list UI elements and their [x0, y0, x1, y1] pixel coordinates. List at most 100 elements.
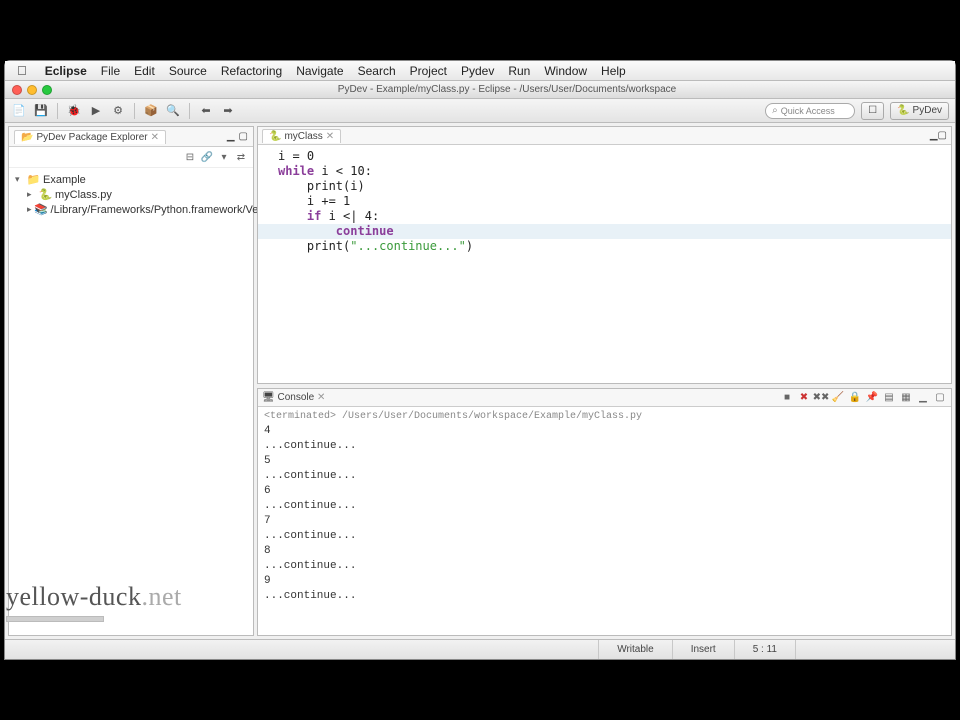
main-toolbar: 📄 💾 🐞 ▶ ⚙ 📦 🔍 ⬅ ➡ ⌕ Quick Access ☐ 🐍 PyD… [5, 99, 955, 123]
tree-lib-node[interactable]: ▸ 📚 /Library/Frameworks/Python.framework… [15, 202, 247, 217]
close-window-button[interactable] [12, 85, 22, 95]
forward-button[interactable]: ➡ [220, 103, 236, 119]
collapse-all-icon[interactable]: ⊟ [183, 150, 197, 164]
tree-pyfile-node[interactable]: ▸ 🐍 myClass.py [15, 187, 247, 202]
expand-icon[interactable]: ▾ [15, 175, 24, 184]
close-tab-icon[interactable]: ✕ [151, 132, 159, 143]
traffic-lights [5, 85, 59, 95]
watermark: yellow-duck.net [6, 582, 182, 622]
expand-icon[interactable]: ▸ [27, 190, 36, 199]
menu-navigate[interactable]: Navigate [290, 64, 349, 78]
mac-menubar:  Eclipse File Edit Source Refactoring N… [5, 61, 955, 81]
menu-search[interactable]: Search [352, 64, 402, 78]
display-selected-icon[interactable]: ▤ [882, 391, 896, 405]
status-cursor-position: 5 : 11 [734, 640, 795, 659]
maximize-view-icon[interactable]: ▢ [933, 391, 947, 405]
status-bar: Writable Insert 5 : 11 [5, 639, 955, 659]
maximize-view-icon[interactable]: ▢ [239, 131, 248, 142]
menu-source[interactable]: Source [163, 64, 213, 78]
watermark-text-a: yellow-duck [6, 582, 141, 611]
status-insert-mode: Insert [672, 640, 734, 659]
perspective-label: PyDev [913, 105, 942, 116]
python-file-icon: 🐍 [39, 188, 52, 201]
minimize-view-icon[interactable]: ▁ [227, 131, 235, 142]
zoom-window-button[interactable] [42, 85, 52, 95]
perspective-pydev[interactable]: 🐍 PyDev [890, 102, 949, 120]
back-button[interactable]: ⬅ [198, 103, 214, 119]
code-editor[interactable]: i = 0while i < 10: print(i) i += 1 if i … [258, 145, 951, 383]
editor-tabbar: 🐍 myClass ✕ ▁ ▢ [258, 127, 951, 145]
quick-access-placeholder: Quick Access [781, 106, 835, 116]
maximize-view-icon[interactable]: ▢ [938, 130, 947, 141]
menu-project[interactable]: Project [404, 64, 453, 78]
tree-label: Example [43, 174, 86, 186]
workbench-area: 📂 PyDev Package Explorer ✕ ▁ ▢ ⊟ 🔗 ▾ ⇄ ▾… [5, 123, 955, 639]
console-toolbar: ■ ✖ ✖✖ 🧹 🔒 📌 ▤ ▦ ▁ ▢ [780, 391, 947, 405]
project-tree[interactable]: ▾ 📁 Example ▸ 🐍 myClass.py ▸ 📚 /Library/… [9, 168, 253, 635]
minimize-view-icon[interactable]: ▁ [916, 391, 930, 405]
console-tab[interactable]: 🖥 Console ✕ [262, 392, 325, 403]
new-button[interactable]: 📄 [11, 103, 27, 119]
new-module-button[interactable]: 📦 [143, 103, 159, 119]
minimize-window-button[interactable] [27, 85, 37, 95]
package-explorer-toolbar: ⊟ 🔗 ▾ ⇄ [9, 147, 253, 168]
search-button[interactable]: 🔍 [165, 103, 181, 119]
python-icon: 🐍 [897, 105, 909, 116]
run-button[interactable]: ▶ [88, 103, 104, 119]
python-file-icon: 🐍 [269, 131, 281, 142]
watermark-bar [6, 616, 104, 622]
package-explorer-tab[interactable]: 📂 PyDev Package Explorer ✕ [14, 130, 166, 144]
window-title: PyDev - Example/myClass.py - Eclipse - /… [59, 84, 955, 95]
watermark-text-b: .net [141, 582, 181, 611]
close-tab-icon[interactable]: ✕ [326, 131, 334, 142]
console-tab-label: Console [277, 392, 314, 403]
menu-pydev[interactable]: Pydev [455, 64, 500, 78]
menu-run[interactable]: Run [502, 64, 536, 78]
save-button[interactable]: 💾 [33, 103, 49, 119]
console-tabbar: 🖥 Console ✕ ■ ✖ ✖✖ 🧹 🔒 📌 ▤ ▦ ▁ [258, 389, 951, 407]
console-view: 🖥 Console ✕ ■ ✖ ✖✖ 🧹 🔒 📌 ▤ ▦ ▁ [257, 388, 952, 636]
pin-console-icon[interactable]: 📌 [865, 391, 879, 405]
package-explorer-icon: 📂 [21, 132, 33, 143]
package-explorer-tabbar: 📂 PyDev Package Explorer ✕ ▁ ▢ [9, 127, 253, 147]
eclipse-window:  Eclipse File Edit Source Refactoring N… [4, 60, 956, 660]
console-icon: 🖥 [262, 392, 275, 403]
titlebar: PyDev - Example/myClass.py - Eclipse - /… [5, 81, 955, 99]
view-menu-icon[interactable]: ▾ [217, 150, 231, 164]
apple-menu-icon[interactable]:  [11, 63, 33, 78]
focus-icon[interactable]: ⇄ [234, 150, 248, 164]
menu-refactoring[interactable]: Refactoring [215, 64, 288, 78]
app-menu[interactable]: Eclipse [39, 64, 93, 78]
external-tools-button[interactable]: ⚙ [110, 103, 126, 119]
package-explorer-view: 📂 PyDev Package Explorer ✕ ▁ ▢ ⊟ 🔗 ▾ ⇄ ▾… [8, 126, 254, 636]
search-icon: ⌕ [772, 105, 778, 116]
status-writable: Writable [598, 640, 672, 659]
debug-button[interactable]: 🐞 [66, 103, 82, 119]
clear-console-icon[interactable]: 🧹 [831, 391, 845, 405]
open-console-icon[interactable]: ▦ [899, 391, 913, 405]
menu-help[interactable]: Help [595, 64, 632, 78]
terminate-icon[interactable]: ■ [780, 391, 794, 405]
close-tab-icon[interactable]: ✕ [317, 392, 325, 403]
link-editor-icon[interactable]: 🔗 [200, 150, 214, 164]
editor-area: 🐍 myClass ✕ ▁ ▢ i = 0while i < 10: print… [257, 126, 952, 636]
editor-tab[interactable]: 🐍 myClass ✕ [262, 129, 341, 143]
quick-access-search[interactable]: ⌕ Quick Access [765, 103, 855, 119]
minimize-view-icon[interactable]: ▁ [930, 130, 938, 141]
remove-all-icon[interactable]: ✖✖ [814, 391, 828, 405]
scroll-lock-icon[interactable]: 🔒 [848, 391, 862, 405]
menu-file[interactable]: File [95, 64, 126, 78]
console-output[interactable]: <terminated> /Users/User/Documents/works… [258, 407, 951, 635]
expand-icon[interactable]: ▸ [27, 205, 32, 214]
editor-tab-label: myClass [284, 131, 322, 142]
open-perspective-button[interactable]: ☐ [861, 102, 884, 120]
remove-launch-icon[interactable]: ✖ [797, 391, 811, 405]
package-explorer-title: PyDev Package Explorer [36, 132, 147, 143]
library-icon: 📚 [35, 203, 48, 216]
code-editor-view: 🐍 myClass ✕ ▁ ▢ i = 0while i < 10: print… [257, 126, 952, 384]
tree-project-node[interactable]: ▾ 📁 Example [15, 172, 247, 187]
project-icon: 📁 [27, 173, 40, 186]
tree-label: myClass.py [55, 189, 112, 201]
menu-edit[interactable]: Edit [128, 64, 161, 78]
menu-window[interactable]: Window [538, 64, 593, 78]
